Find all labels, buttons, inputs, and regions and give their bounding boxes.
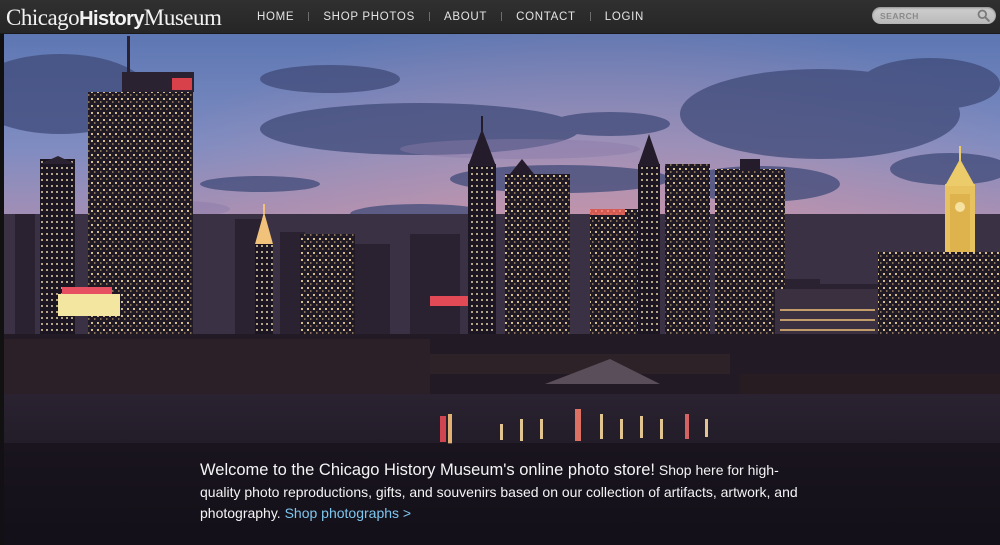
nav-shop-photos[interactable]: SHOP PHOTOS [315, 11, 423, 23]
nav-home[interactable]: HOME [249, 11, 302, 23]
nav-login[interactable]: LOGIN [597, 11, 652, 23]
shop-photographs-link[interactable]: Shop photographs > [285, 505, 412, 521]
main-nav: HOME SHOP PHOTOS ABOUT CONTACT LOGIN [249, 0, 652, 33]
site-logo[interactable]: ChicagoHistoryMuseum [6, 3, 222, 31]
nav-divider [308, 12, 310, 21]
search-icon[interactable] [977, 9, 990, 22]
logo-word-chicago: Chicago [6, 5, 80, 30]
logo-word-museum: Museum [143, 5, 222, 30]
nav-divider [501, 12, 503, 21]
welcome-message: Welcome to the Chicago History Museum's … [200, 460, 800, 525]
nav-contact[interactable]: CONTACT [508, 11, 584, 23]
search-box [872, 7, 996, 24]
logo-word-history: History [79, 8, 144, 30]
search-input[interactable] [880, 7, 976, 24]
page: ChicagoHistoryMuseum HOME SHOP PHOTOS AB… [0, 0, 1000, 545]
nav-divider [589, 12, 591, 21]
top-nav-bar: ChicagoHistoryMuseum HOME SHOP PHOTOS AB… [0, 0, 1000, 34]
nav-divider [428, 12, 430, 21]
welcome-headline: Welcome to the Chicago History Museum's … [200, 461, 655, 479]
nav-about[interactable]: ABOUT [436, 11, 495, 23]
